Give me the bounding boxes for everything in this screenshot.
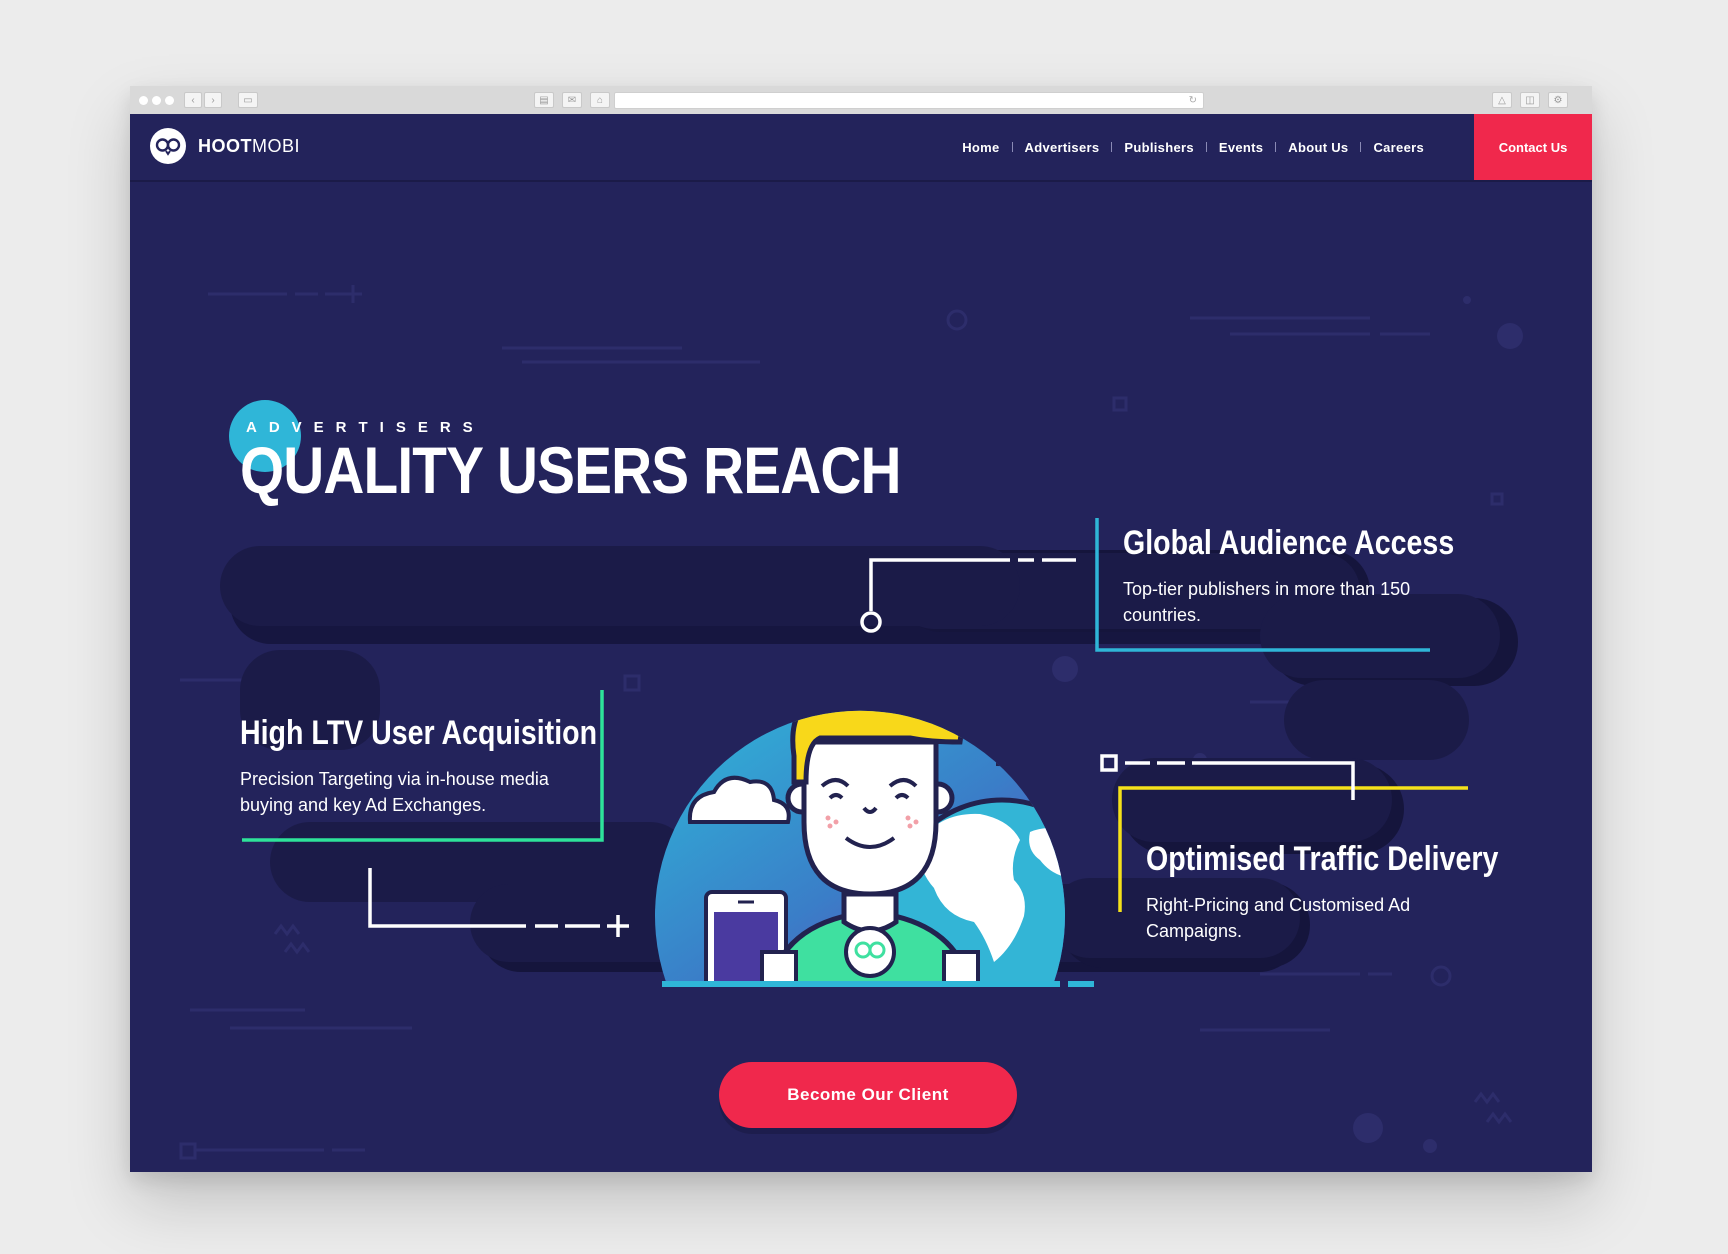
page-headline: QUALITY USERS REACH <box>240 433 902 507</box>
feature-title-global-audience: Global Audience Access <box>1123 524 1455 562</box>
settings-icon[interactable]: ⚙ <box>1548 92 1568 108</box>
nav-publishers[interactable]: Publishers <box>1124 140 1193 155</box>
nav-divider <box>1360 142 1362 152</box>
browser-window: ‹ › ▭ ▤ ✉ ⌂ ↻ △ ◫ ⚙ HOOTMOBI Home Advert… <box>130 86 1592 1172</box>
nav-home[interactable]: Home <box>962 140 999 155</box>
forward-icon[interactable]: › <box>204 92 222 108</box>
character-illustration <box>655 710 1094 987</box>
feature-desc-global-audience: Top-tier publishers in more than 150 cou… <box>1123 579 1411 625</box>
logo-bold: HOOT <box>198 136 252 156</box>
mail-icon[interactable]: ✉ <box>562 92 582 108</box>
home-icon[interactable]: ⌂ <box>590 92 610 108</box>
print-icon[interactable]: ▤ <box>534 92 554 108</box>
nav-divider <box>1011 142 1013 152</box>
share-icon[interactable]: △ <box>1492 92 1512 108</box>
window-minimize-dot[interactable] <box>152 96 161 105</box>
contact-us-button[interactable]: Contact Us <box>1474 114 1592 180</box>
nav-about-us[interactable]: About Us <box>1288 140 1348 155</box>
main-nav: Home Advertisers Publishers Events About… <box>962 114 1424 180</box>
nav-divider <box>1111 142 1113 152</box>
nav-events[interactable]: Events <box>1219 140 1263 155</box>
become-client-button[interactable]: Become Our Client <box>719 1062 1017 1128</box>
logo-light: MOBI <box>252 136 301 156</box>
logo-wordmark[interactable]: HOOTMOBI <box>198 136 300 157</box>
nav-careers[interactable]: Careers <box>1373 140 1424 155</box>
address-bar[interactable]: ↻ <box>614 92 1204 109</box>
window-maximize-dot[interactable] <box>165 96 174 105</box>
browser-chrome: ‹ › ▭ ▤ ✉ ⌂ ↻ △ ◫ ⚙ <box>130 86 1592 115</box>
feature-title-high-ltv: High LTV User Acquisition <box>240 714 598 752</box>
hero-section: ADVERTISERS QUALITY USERS REACH Global A… <box>130 182 1592 1172</box>
site-navbar: HOOTMOBI Home Advertisers Publishers Eve… <box>130 114 1592 182</box>
nav-divider <box>1275 142 1277 152</box>
nav-divider <box>1205 142 1207 152</box>
sidebar-icon[interactable]: ▭ <box>238 92 258 108</box>
nav-advertisers[interactable]: Advertisers <box>1025 140 1100 155</box>
tabs-icon[interactable]: ◫ <box>1520 92 1540 108</box>
window-close-dot[interactable] <box>139 96 148 105</box>
feature-title-optimised-traffic: Optimised Traffic Delivery <box>1146 840 1499 878</box>
feature-desc-optimised-traffic: Right-Pricing and Customised Ad Campaign… <box>1146 895 1411 941</box>
hero-decoration <box>179 285 1523 1160</box>
reload-icon[interactable]: ↻ <box>1189 93 1197 109</box>
logo-owl-icon[interactable] <box>150 128 186 164</box>
back-icon[interactable]: ‹ <box>184 92 202 108</box>
feature-desc-high-ltv: Precision Targeting via in-house media b… <box>240 769 549 815</box>
